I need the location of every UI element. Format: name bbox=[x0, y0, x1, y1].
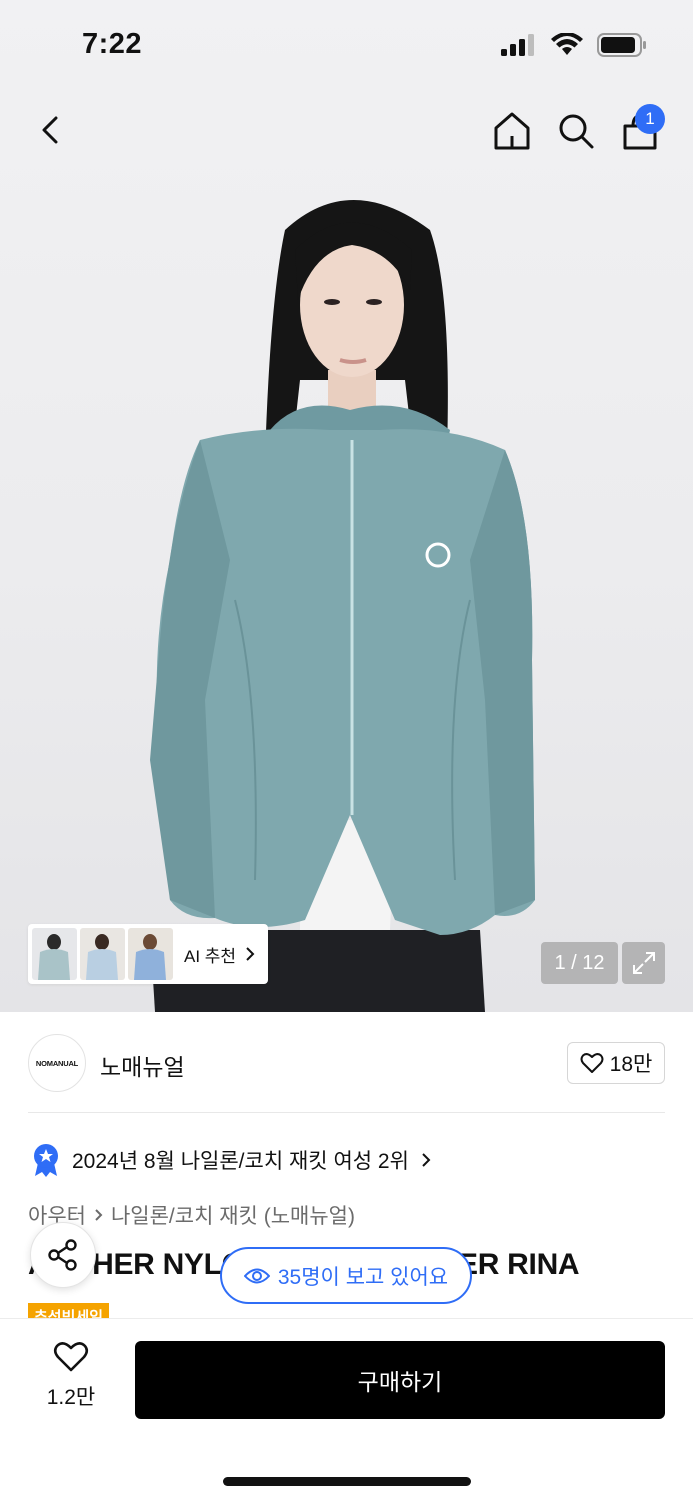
brand-logo[interactable]: NOMANUAL bbox=[28, 1034, 86, 1092]
recommendation-thumbnail bbox=[32, 928, 77, 980]
brand-like-count: 18만 bbox=[609, 1053, 653, 1076]
home-indicator bbox=[223, 1477, 471, 1486]
buy-button[interactable]: 구매하기 bbox=[135, 1341, 665, 1419]
chevron-right-icon bbox=[246, 947, 255, 961]
status-time: 7:22 bbox=[82, 28, 143, 60]
ranking-banner[interactable]: 2024년 8월 나일론/코치 재킷 여성 2위 bbox=[32, 1142, 431, 1178]
top-nav bbox=[0, 100, 693, 160]
expand-image-button[interactable] bbox=[622, 942, 665, 984]
viewers-text: 35명이 보고 있어요 bbox=[277, 1265, 449, 1289]
recommendation-thumbnail bbox=[80, 928, 125, 980]
ai-recommendation-label: AI 추천 bbox=[184, 946, 237, 966]
battery-icon bbox=[597, 33, 646, 57]
recommendation-thumbnail bbox=[128, 928, 173, 980]
ranking-badge-icon bbox=[34, 1144, 58, 1177]
product-image-gallery[interactable]: 7:22 1 AI 추천 1 / 12 bbox=[0, 0, 693, 1012]
eye-icon bbox=[243, 1268, 270, 1283]
wishlist-count: 1.2만 bbox=[46, 1386, 96, 1409]
status-bar: 7:22 bbox=[0, 0, 693, 90]
bottom-action-bar: 1.2만 구매하기 bbox=[0, 1318, 693, 1500]
divider bbox=[28, 1112, 665, 1113]
brand-row[interactable]: NOMANUAL 노매뉴얼 18만 bbox=[28, 1034, 665, 1092]
cart-count-badge: 1 bbox=[635, 104, 665, 134]
heart-icon bbox=[53, 1342, 89, 1372]
wifi-icon bbox=[551, 33, 583, 55]
breadcrumb-subcategory[interactable]: 나일론/코치 재킷 (노매뉴얼) bbox=[111, 1200, 355, 1230]
expand-icon bbox=[632, 952, 655, 974]
brand-like-button[interactable]: 18만 bbox=[567, 1042, 665, 1084]
ranking-text: 2024년 8월 나일론/코치 재킷 여성 2위 bbox=[72, 1150, 409, 1173]
chevron-right-icon bbox=[422, 1153, 431, 1167]
share-button[interactable] bbox=[30, 1222, 96, 1288]
home-icon[interactable] bbox=[492, 108, 532, 152]
viewers-count-pill: 35명이 보고 있어요 bbox=[220, 1247, 472, 1304]
chevron-right-icon bbox=[95, 1209, 103, 1221]
heart-icon bbox=[580, 1053, 604, 1073]
image-counter: 1 / 12 bbox=[541, 942, 618, 984]
share-icon bbox=[48, 1239, 77, 1271]
wishlist-button[interactable]: 1.2만 bbox=[36, 1341, 106, 1421]
back-arrow-icon[interactable] bbox=[34, 110, 70, 150]
search-icon[interactable] bbox=[556, 108, 596, 152]
ai-recommendation-chip[interactable]: AI 추천 bbox=[28, 924, 268, 984]
status-icons bbox=[501, 33, 647, 57]
cellular-signal-icon bbox=[501, 34, 534, 56]
brand-name[interactable]: 노매뉴얼 bbox=[100, 1048, 185, 1082]
